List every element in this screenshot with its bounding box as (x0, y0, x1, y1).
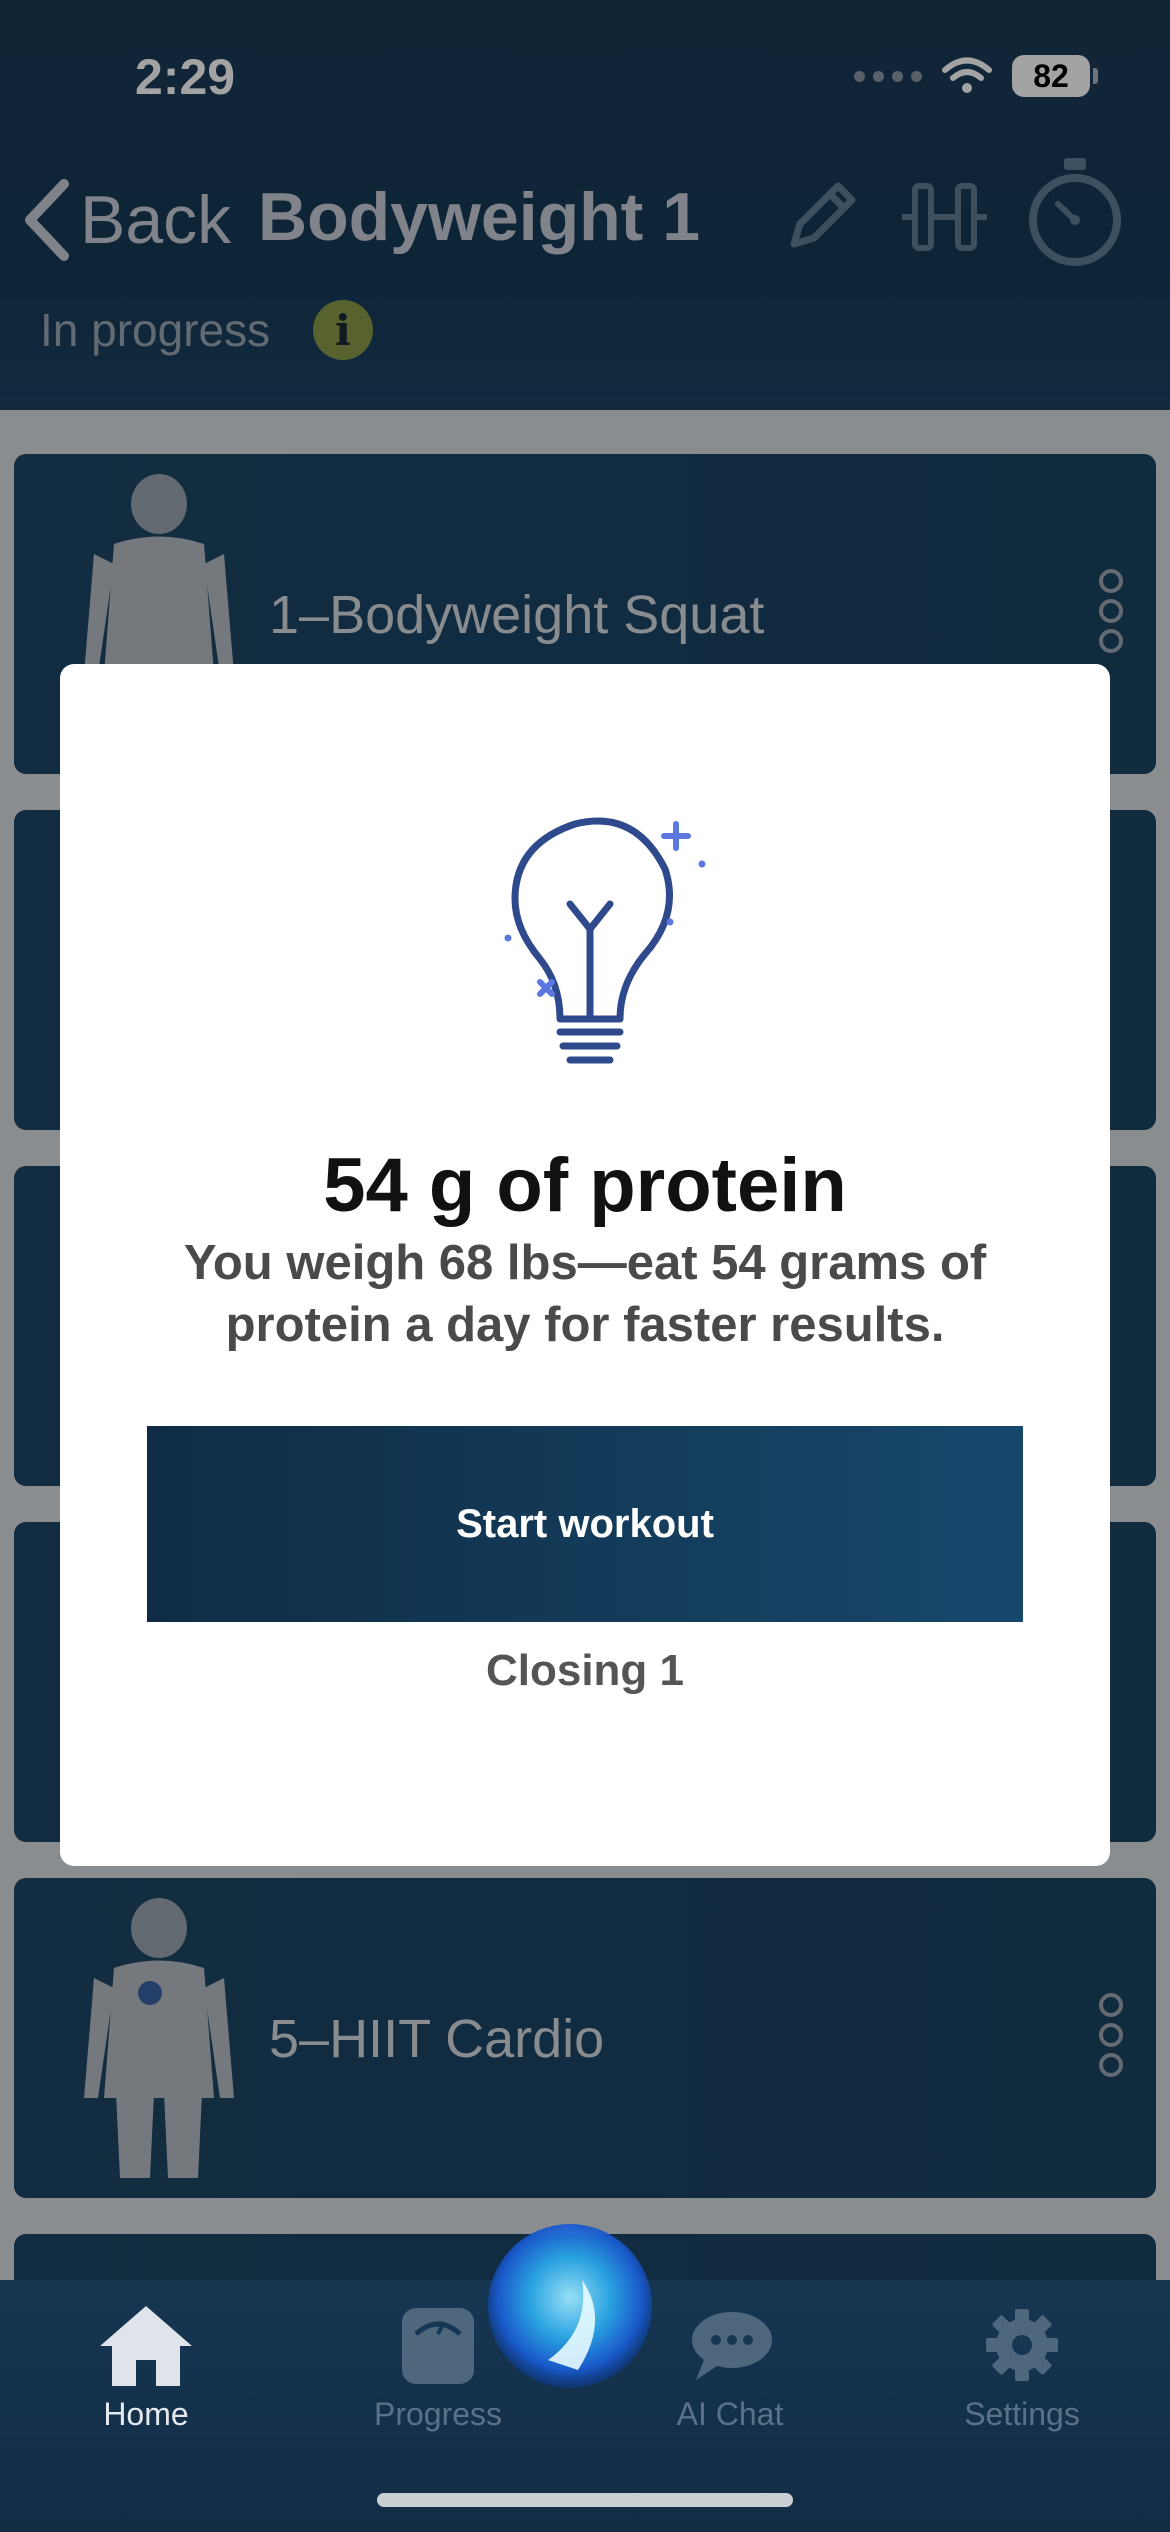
closing-countdown: Closing 1 (485, 1646, 685, 1695)
start-workout-button[interactable]: Start workout (147, 1426, 1023, 1622)
tab-label: Settings (964, 2396, 1080, 2432)
home-indicator[interactable] (377, 2493, 793, 2507)
tab-home[interactable]: Home (36, 2300, 256, 2433)
lightbulb-icon (504, 817, 706, 1064)
scale-icon (402, 2308, 474, 2384)
tab-label: Home (103, 2396, 189, 2432)
home-icon (100, 2306, 192, 2386)
chat-icon (692, 2312, 772, 2380)
modal-message: You weigh 68 lbs—eat 54 grams of protein… (183, 1236, 987, 1352)
siri-orb-icon (488, 2224, 652, 2388)
modal-title: 54 g of protein (323, 1143, 847, 1228)
tab-settings[interactable]: Settings (912, 2300, 1132, 2433)
tip-modal: 54 g of protein You weigh 68 lbs—eat 54 … (60, 664, 1110, 1866)
gear-icon (986, 2309, 1058, 2381)
